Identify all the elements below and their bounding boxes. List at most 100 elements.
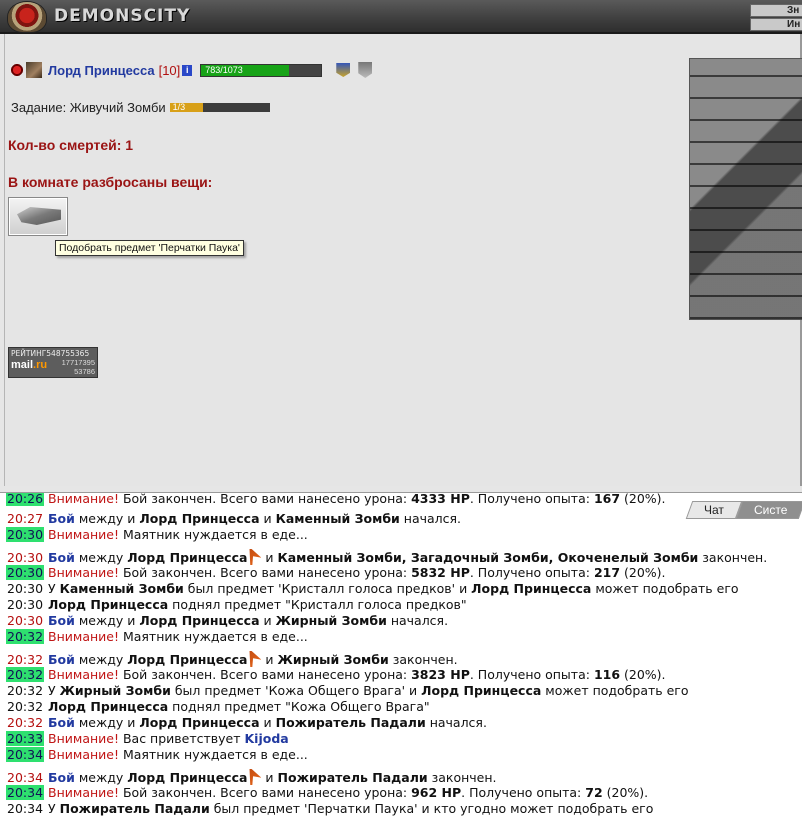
log-text: между и bbox=[74, 613, 140, 628]
log-entity[interactable]: Лорд Принцесса bbox=[471, 581, 591, 596]
log-entity[interactable]: 3823 HP bbox=[411, 667, 470, 682]
log-entity[interactable]: Каменный Зомби, Загадочный Зомби, Окочен… bbox=[278, 550, 699, 565]
log-entity[interactable]: Каменный Зомби bbox=[276, 511, 400, 526]
log-timestamp: 20:26 bbox=[6, 492, 45, 506]
log-entity[interactable]: Пожиратель Падали bbox=[278, 770, 428, 785]
log-text: между и bbox=[74, 511, 140, 526]
room-item-gloves[interactable] bbox=[8, 197, 68, 236]
log-link[interactable]: Бой bbox=[48, 511, 75, 526]
log-timestamp: 20:32 bbox=[7, 699, 44, 714]
log-line: 20:32 Внимание! Бой закончен. Всего вами… bbox=[6, 667, 666, 683]
log-entity[interactable]: Лорд Принцесса bbox=[48, 699, 168, 714]
rating-counter[interactable]: РЕЙТИНГ548755365 mail.ru 17717395 53786 bbox=[8, 347, 98, 378]
header-tabs: Зн Ин bbox=[750, 4, 802, 32]
log-text: может подобрать его bbox=[591, 581, 739, 596]
player-name[interactable]: Лорд Принцесса bbox=[48, 63, 155, 78]
log-timestamp: 20:32 bbox=[6, 667, 45, 682]
counter-num2: 17717395 bbox=[61, 358, 95, 367]
tab-system[interactable]: Систе bbox=[735, 501, 802, 519]
log-text: и bbox=[259, 511, 276, 526]
log-timestamp: 20:32 bbox=[7, 652, 44, 667]
log-text: закончен. bbox=[427, 770, 497, 785]
log-entity[interactable]: 5832 HP bbox=[411, 565, 470, 580]
log-entity[interactable]: Лорд Принцесса bbox=[139, 715, 259, 730]
log-entity[interactable]: Лорд Принцесса bbox=[421, 683, 541, 698]
top-header: DEMONSCITY Зн Ин bbox=[0, 0, 802, 34]
log-line: 20:32 Лорд Принцесса поднял предмет "Кож… bbox=[6, 699, 430, 715]
log-entity[interactable]: Жирный Зомби bbox=[60, 683, 171, 698]
log-line: 20:30 Бой между Лорд Принцесса и Каменны… bbox=[6, 549, 767, 566]
log-text: У bbox=[48, 801, 60, 816]
log-entity[interactable]: 4333 HP bbox=[411, 493, 470, 506]
log-line: 20:30 Внимание! Маятник нуждается в еде.… bbox=[6, 527, 308, 543]
log-entity[interactable]: Лорд Принцесса bbox=[127, 770, 247, 785]
log-link[interactable]: Бой bbox=[48, 652, 75, 667]
log-entity[interactable]: 116 bbox=[594, 667, 620, 682]
log-entity[interactable]: Жирный Зомби bbox=[276, 613, 387, 628]
log-entity[interactable]: Лорд Принцесса bbox=[48, 597, 168, 612]
log-entity[interactable]: 217 bbox=[594, 565, 620, 580]
log-entity[interactable]: 72 bbox=[585, 785, 602, 800]
log-line: 20:26 Внимание! Бой закончен. Всего вами… bbox=[6, 492, 666, 507]
log-entity[interactable]: Каменный Зомби bbox=[60, 581, 184, 596]
log-link[interactable]: Бой bbox=[48, 550, 75, 565]
log-text: Внимание! bbox=[48, 731, 119, 746]
avatar-icon[interactable] bbox=[26, 62, 42, 78]
shield-icon[interactable] bbox=[358, 62, 373, 78]
log-timestamp: 20:30 bbox=[6, 527, 45, 542]
chat-tabs: Чат Систе bbox=[685, 501, 802, 519]
log-entity[interactable]: Пожиратель Падали bbox=[60, 801, 210, 816]
log-text: Внимание! bbox=[48, 629, 119, 644]
log-entity[interactable]: Лорд Принцесса bbox=[139, 613, 259, 628]
log-text: закончен. bbox=[388, 652, 458, 667]
log-text: начался. bbox=[399, 511, 462, 526]
hp-bar: 783/1073 bbox=[200, 63, 323, 77]
log-text: и bbox=[259, 715, 276, 730]
log-entity[interactable]: Жирный Зомби bbox=[278, 652, 389, 667]
log-link[interactable]: Бой bbox=[48, 715, 75, 730]
log-entity[interactable]: Лорд Принцесса bbox=[139, 511, 259, 526]
log-text: поднял предмет "Кристалл голоса предков" bbox=[168, 597, 467, 612]
log-timestamp: 20:30 bbox=[7, 550, 44, 565]
header-tab-2[interactable]: Ин bbox=[750, 18, 802, 31]
chat-log[interactable]: 20:26 Внимание! Бой закончен. Всего вами… bbox=[0, 492, 802, 829]
log-entity[interactable]: 962 HP bbox=[411, 785, 461, 800]
log-line: 20:32 Внимание! Маятник нуждается в еде.… bbox=[6, 629, 308, 645]
log-link[interactable]: Kijoda bbox=[244, 731, 288, 746]
site-logo[interactable]: DEMONSCITY bbox=[54, 6, 190, 26]
log-text: был предмет 'Кристалл голоса предков' и bbox=[183, 581, 472, 596]
log-text: закончен. bbox=[698, 550, 768, 565]
log-text: Маятник нуждается в еде... bbox=[118, 629, 308, 644]
counter-brand: mail.ru bbox=[11, 359, 48, 371]
log-timestamp: 20:33 bbox=[6, 731, 45, 746]
flag-icon[interactable] bbox=[249, 651, 262, 667]
guild-icon bbox=[10, 63, 24, 77]
log-line: 20:32 Бой между и Лорд Принцесса и Пожир… bbox=[6, 715, 487, 731]
log-entity[interactable]: Лорд Принцесса bbox=[127, 652, 247, 667]
log-line: 20:30 Лорд Принцесса поднял предмет "Кри… bbox=[6, 597, 467, 613]
log-line: 20:34 Внимание! Бой закончен. Всего вами… bbox=[6, 785, 648, 801]
hp-text: 783/1073 bbox=[205, 64, 243, 75]
log-entity[interactable]: 167 bbox=[594, 493, 620, 506]
log-text: был предмет 'Кожа Общего Врага' и bbox=[170, 683, 422, 698]
log-line: 20:30 У Каменный Зомби был предмет 'Крис… bbox=[6, 581, 739, 597]
log-line: 20:34 Бой между Лорд Принцесса и Пожират… bbox=[6, 769, 497, 786]
log-link[interactable]: Бой bbox=[48, 770, 75, 785]
log-link[interactable]: Бой bbox=[48, 613, 75, 628]
quest-label: Задание: Живучий Зомби bbox=[11, 100, 166, 115]
info-icon[interactable]: i bbox=[182, 64, 193, 76]
log-timestamp: 20:32 bbox=[7, 715, 44, 730]
clan-badge-icon[interactable] bbox=[336, 63, 351, 77]
quest-row: Задание: Живучий Зомби 1/3 bbox=[11, 100, 270, 115]
flag-icon[interactable] bbox=[249, 769, 262, 785]
player-level: [10] bbox=[158, 62, 181, 78]
log-entity[interactable]: Пожиратель Падали bbox=[276, 715, 426, 730]
log-entity[interactable]: Лорд Принцесса bbox=[127, 550, 247, 565]
quest-progress-text: 1/3 bbox=[172, 102, 186, 112]
log-text: . Получено опыта: bbox=[469, 565, 594, 580]
header-tab-1[interactable]: Зн bbox=[750, 4, 802, 17]
log-text: Бой закончен. Всего вами нанесено урона: bbox=[118, 667, 412, 682]
tab-chat[interactable]: Чат bbox=[685, 501, 742, 519]
log-text: . Получено опыта: bbox=[461, 785, 586, 800]
flag-icon[interactable] bbox=[249, 549, 262, 565]
